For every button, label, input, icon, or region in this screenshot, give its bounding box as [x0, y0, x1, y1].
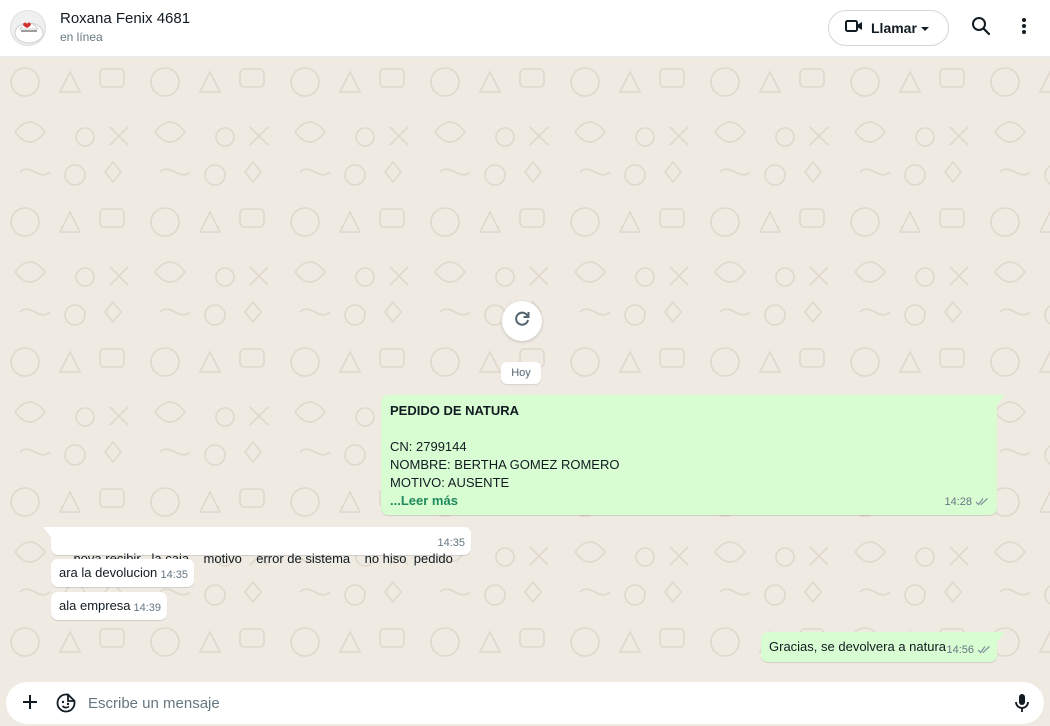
- message-text: ala empresa: [59, 598, 131, 613]
- message-incoming[interactable]: ara la devolucion 14:35: [51, 559, 194, 587]
- message-incoming[interactable]: ala empresa 14:39: [51, 592, 167, 620]
- message-outgoing[interactable]: Gracias, se devolvera a natura 14:56: [761, 632, 997, 662]
- call-button[interactable]: Llamar: [828, 10, 949, 46]
- message-meta: 14:56: [946, 641, 991, 659]
- bubble-tail: [997, 632, 1005, 642]
- message-outgoing[interactable]: PEDIDO DE NATURA CN: 2799144 NOMBRE: BER…: [381, 395, 997, 515]
- chat-panel[interactable]: Hoy PEDIDO DE NATURA CN: 2799144 NOMBRE:…: [0, 57, 1050, 680]
- message-text: ara la devolucion: [59, 565, 158, 580]
- message-line: CN: 2799144: [390, 439, 467, 454]
- message-text: Gracias, se devolvera a natura: [769, 639, 947, 654]
- contact-name[interactable]: Roxana Fenix 4681: [60, 10, 190, 27]
- sticker-icon[interactable]: [56, 693, 76, 718]
- call-button-label: Llamar: [871, 20, 917, 36]
- contact-status: en línea: [60, 30, 103, 44]
- chevron-down-icon: [921, 27, 929, 31]
- message-time: 14:28: [944, 496, 972, 508]
- menu-button[interactable]: [1011, 15, 1037, 41]
- bubble-tail: [43, 527, 51, 537]
- date-separator: Hoy: [501, 362, 541, 384]
- message-time: 14:35: [437, 537, 465, 549]
- plus-icon[interactable]: [22, 694, 38, 715]
- read-more-link[interactable]: ...Leer más: [390, 492, 988, 510]
- chat-header: Roxana Fenix 4681 en línea Llamar: [0, 0, 1050, 57]
- message-time: 14:39: [133, 602, 161, 614]
- video-camera-icon: [845, 19, 863, 38]
- more-vertical-icon: [1021, 17, 1027, 40]
- message-meta: 14:28: [944, 493, 989, 511]
- search-button[interactable]: [968, 15, 994, 41]
- message-title: PEDIDO DE NATURA: [390, 403, 520, 418]
- double-check-icon: [975, 493, 989, 511]
- message-time: 14:35: [160, 569, 188, 581]
- load-more-button[interactable]: [502, 301, 542, 341]
- message-input[interactable]: [88, 692, 968, 714]
- bubble-tail: [997, 395, 1005, 405]
- message-time: 14:56: [946, 644, 974, 656]
- double-check-icon: [977, 641, 991, 659]
- refresh-icon: [513, 310, 531, 333]
- message-composer: [0, 680, 1050, 726]
- contact-avatar[interactable]: [10, 10, 46, 46]
- search-icon: [971, 16, 991, 41]
- message-line: NOMBRE: BERTHA GOMEZ ROMERO: [390, 457, 620, 472]
- composer-box: [6, 682, 1044, 724]
- microphone-icon[interactable]: [1014, 693, 1030, 718]
- message-incoming[interactable]: nova recibir la caja motivo error de sis…: [51, 527, 471, 566]
- message-line: MOTIVO: AUSENTE: [390, 475, 510, 490]
